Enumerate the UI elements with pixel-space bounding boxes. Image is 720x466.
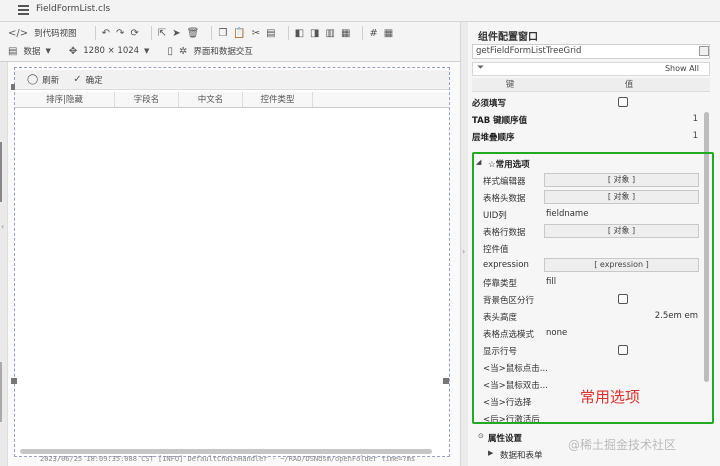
log-output: 2023/06/25 18:09:35:088 CST [INFO] Defau… bbox=[40, 455, 416, 463]
property-row[interactable]: 必须填写 bbox=[468, 94, 712, 111]
value-header: 值 bbox=[624, 80, 634, 90]
title-bar: FieldFormList.cls bbox=[0, 0, 720, 22]
resize-handle[interactable] bbox=[11, 378, 17, 384]
copy-icon[interactable]: ❐ bbox=[218, 28, 227, 39]
column-header[interactable]: 排序|隐藏 bbox=[15, 92, 115, 107]
property-header: 键 值 bbox=[472, 78, 710, 92]
resize-handle[interactable] bbox=[443, 378, 449, 384]
object-editor-button[interactable]: [ 对象 ] bbox=[544, 173, 699, 187]
group-common-options[interactable]: ◢ ☆常用选项 bbox=[468, 155, 712, 171]
align-icon[interactable]: ▥ bbox=[325, 28, 334, 39]
component-selector[interactable]: getFieldFormListTreeGrid bbox=[472, 44, 710, 59]
horizontal-scrollbar[interactable] bbox=[20, 449, 432, 454]
chevron-right-icon[interactable]: ▶ bbox=[488, 449, 493, 457]
property-row[interactable]: 背景色区分行 bbox=[468, 291, 712, 308]
left-ruler-mark bbox=[0, 362, 2, 422]
annotation-label: 常用选项 bbox=[580, 388, 641, 406]
toolbar-row-2: ▤ 数据 ▼ ✥ 1280 × 1024 ▼ ▯ ✲ 界面和数据交互 bbox=[8, 42, 265, 60]
property-row[interactable]: 表格行数据 [ 对象 ] bbox=[468, 223, 712, 240]
refresh-icon[interactable]: ⟳ bbox=[130, 28, 138, 39]
delete-icon[interactable]: 🗑 bbox=[187, 28, 200, 39]
property-row[interactable]: TAB 键顺序值 1 bbox=[468, 111, 712, 128]
data-dropdown[interactable]: ▤ 数据 ▼ bbox=[8, 45, 57, 58]
move-icon: ✥ bbox=[68, 45, 78, 57]
refresh-button[interactable]: ◯ 刷新 bbox=[27, 74, 59, 86]
property-row[interactable]: 样式编辑器 [ 对象 ] bbox=[468, 172, 712, 189]
column-header[interactable]: 字段名 bbox=[115, 92, 179, 107]
toolbar-separator bbox=[211, 26, 213, 40]
paste-icon[interactable]: 📋 bbox=[233, 28, 245, 39]
object-editor-button[interactable]: [ 对象 ] bbox=[544, 190, 699, 204]
property-row[interactable]: 表格点选模式 none bbox=[468, 325, 712, 342]
file-tab[interactable]: FieldFormList.cls bbox=[36, 4, 110, 14]
design-canvas[interactable]: ‹ ◯ 刷新 ✓ 确定 排序|隐藏 字段名 中文名 控件类型 bbox=[0, 62, 460, 466]
toolbar-separator bbox=[362, 26, 364, 40]
grid-header-row: 排序|隐藏 字段名 中文名 控件类型 bbox=[15, 92, 449, 108]
designer-toolbar: </> 到代码视图 ↶ ↷ ⟳ ⇱ ➤ 🗑 ❐ 📋 ✂ ▤ ◧ ◨ ▥ ▦ # … bbox=[0, 22, 460, 62]
chevron-right-icon[interactable]: › bbox=[462, 247, 465, 256]
show-row-number-checkbox[interactable] bbox=[618, 345, 628, 355]
data-icon: ▤ bbox=[8, 45, 18, 57]
property-row[interactable]: expression [ expression ] bbox=[468, 257, 712, 274]
filter-icon[interactable]: ⏷ bbox=[477, 63, 484, 73]
expression-editor-button[interactable]: [ expression ] bbox=[544, 258, 699, 272]
bug-icon: ✲ bbox=[178, 45, 188, 57]
panel-title: 组件配置窗口 bbox=[478, 32, 538, 43]
toolbar-separator bbox=[94, 26, 96, 40]
property-row[interactable]: 表格头数据 [ 对象 ] bbox=[468, 189, 712, 206]
left-ruler-mark bbox=[0, 142, 2, 202]
tree-grid-component[interactable]: ◯ 刷新 ✓ 确定 排序|隐藏 字段名 中文名 控件类型 bbox=[11, 67, 450, 457]
grid-toolbar: ◯ 刷新 ✓ 确定 bbox=[15, 70, 449, 90]
property-row[interactable]: 控件值 bbox=[468, 240, 712, 257]
object-editor-button[interactable]: [ 对象 ] bbox=[544, 224, 699, 238]
expand-triangle-icon[interactable]: ◢ bbox=[476, 158, 481, 166]
code-icon: </> bbox=[8, 27, 29, 39]
filter-bar: ⏷ Show All bbox=[472, 62, 710, 76]
chevron-down-icon: ▼ bbox=[144, 47, 150, 55]
show-all-button[interactable]: Show All bbox=[665, 64, 699, 73]
redo-icon[interactable]: ↷ bbox=[116, 28, 124, 39]
distribute-icon[interactable]: ▦ bbox=[341, 28, 350, 39]
cut-icon[interactable]: ✂ bbox=[252, 28, 260, 39]
property-row[interactable]: 停靠类型 fill bbox=[468, 274, 712, 291]
grid-icon[interactable]: # bbox=[369, 28, 377, 39]
chevron-left-icon[interactable]: ‹ bbox=[1, 222, 4, 231]
switch-code-view-button[interactable]: </> 到代码视图 bbox=[8, 27, 77, 40]
left-collapse-strip[interactable]: ‹ bbox=[0, 62, 8, 466]
bring-front-icon[interactable]: ◧ bbox=[295, 28, 304, 39]
check-icon: ✓ bbox=[73, 74, 82, 85]
interaction-button[interactable]: ✲ 界面和数据交互 bbox=[178, 45, 253, 58]
undo-icon[interactable]: ↶ bbox=[102, 28, 110, 39]
event-row[interactable]: <后>行激活后 bbox=[468, 410, 712, 427]
send-icon[interactable]: ➤ bbox=[172, 28, 180, 39]
property-row[interactable]: UID列 fieldname bbox=[468, 206, 712, 223]
chevron-down-icon: ▼ bbox=[45, 47, 51, 55]
watermark: @稀土掘金技术社区 bbox=[568, 438, 677, 452]
resolution-dropdown[interactable]: ✥ 1280 × 1024 ▼ bbox=[69, 46, 156, 57]
toolbar-row-1: </> 到代码视图 ↶ ↷ ⟳ ⇱ ➤ 🗑 ❐ 📋 ✂ ▤ ◧ ◨ ▥ ▦ # … bbox=[8, 24, 399, 42]
send-back-icon[interactable]: ◨ bbox=[310, 28, 319, 39]
key-header: 键 bbox=[505, 80, 515, 90]
column-header[interactable]: 中文名 bbox=[179, 92, 243, 107]
vertical-scrollbar[interactable] bbox=[704, 112, 709, 382]
event-row[interactable]: <当>鼠标点击... bbox=[468, 359, 712, 376]
mobile-icon[interactable]: ▯ bbox=[167, 46, 173, 57]
confirm-button[interactable]: ✓ 确定 bbox=[73, 74, 102, 86]
property-row[interactable]: 表头高度 2.5em em bbox=[468, 308, 712, 325]
selector-button[interactable] bbox=[699, 46, 709, 56]
table-icon[interactable]: ▦ bbox=[384, 28, 393, 39]
property-row[interactable]: 显示行号 bbox=[468, 342, 712, 359]
required-checkbox[interactable] bbox=[618, 97, 628, 107]
toolbar-separator bbox=[287, 26, 289, 40]
menu-icon[interactable] bbox=[18, 5, 29, 15]
column-header[interactable]: 控件类型 bbox=[243, 92, 313, 107]
export-icon[interactable]: ⇱ bbox=[158, 28, 166, 39]
panel-splitter[interactable]: › bbox=[460, 22, 468, 466]
alt-row-color-checkbox[interactable] bbox=[618, 294, 628, 304]
property-row[interactable]: 层堆叠顺序 1 bbox=[468, 128, 712, 145]
toolbar-separator bbox=[150, 26, 152, 40]
collapse-circle-icon[interactable]: ⊙ bbox=[478, 432, 484, 440]
refresh-circle-icon: ◯ bbox=[27, 74, 39, 85]
clipboard-icon[interactable]: ▤ bbox=[266, 28, 275, 39]
